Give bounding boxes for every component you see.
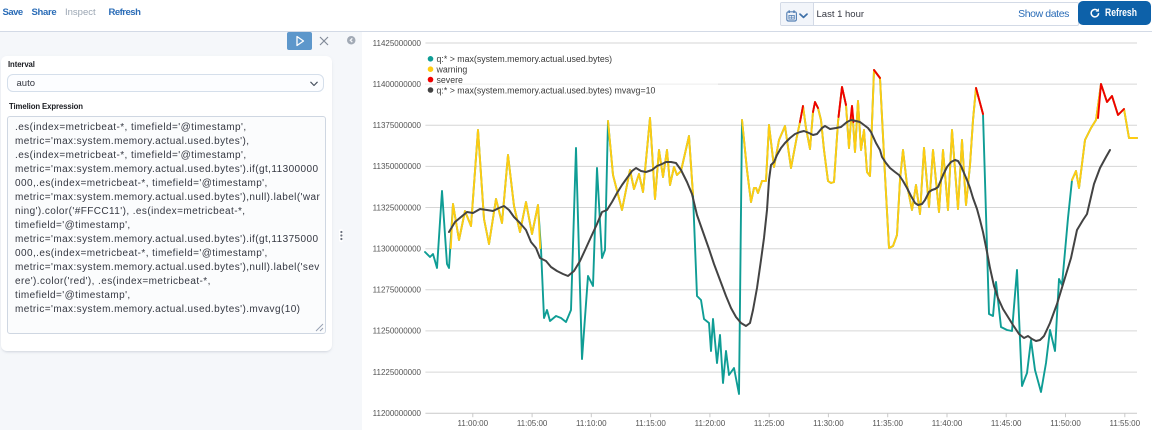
svg-text:11300000000: 11300000000: [373, 245, 422, 254]
svg-text:11:10:00: 11:10:00: [576, 419, 607, 428]
svg-text:11425000000: 11425000000: [373, 39, 422, 48]
svg-text:11225000000: 11225000000: [373, 368, 422, 377]
svg-text:11:25:00: 11:25:00: [754, 419, 785, 428]
svg-text:11:55:00: 11:55:00: [1110, 419, 1141, 428]
svg-text:warning: warning: [436, 65, 468, 75]
svg-text:q:* > max(system.memory.actual: q:* > max(system.memory.actual.used.byte…: [437, 54, 613, 64]
svg-text:11:30:00: 11:30:00: [813, 419, 844, 428]
svg-text:11:45:00: 11:45:00: [991, 419, 1022, 428]
svg-text:11:50:00: 11:50:00: [1050, 419, 1081, 428]
svg-text:11375000000: 11375000000: [373, 121, 422, 130]
svg-text:11200000000: 11200000000: [373, 409, 422, 418]
svg-text:11275000000: 11275000000: [373, 286, 422, 295]
svg-text:q:* > max(system.memory.actual: q:* > max(system.memory.actual.used.byte…: [437, 85, 656, 95]
svg-text:11250000000: 11250000000: [373, 327, 422, 336]
svg-text:11:35:00: 11:35:00: [872, 419, 903, 428]
svg-text:11:05:00: 11:05:00: [517, 419, 548, 428]
svg-text:11:00:00: 11:00:00: [458, 419, 489, 428]
svg-text:11350000000: 11350000000: [373, 162, 422, 171]
svg-text:11400000000: 11400000000: [373, 80, 422, 89]
svg-text:severe: severe: [437, 75, 464, 85]
svg-text:11325000000: 11325000000: [373, 203, 422, 212]
svg-text:11:15:00: 11:15:00: [635, 419, 666, 428]
svg-text:11:40:00: 11:40:00: [932, 419, 963, 428]
svg-text:11:20:00: 11:20:00: [695, 419, 726, 428]
